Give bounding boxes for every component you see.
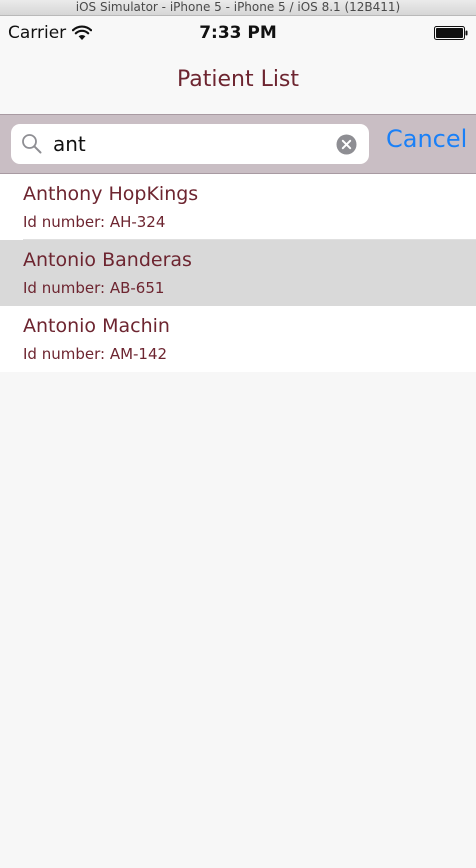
- patient-list: Anthony HopKings Id number: AH-324 Anton…: [0, 174, 476, 372]
- status-bar: Carrier 7:33 PM: [0, 16, 476, 52]
- status-time: 7:33 PM: [199, 23, 277, 43]
- simulator-title: iOS Simulator - iPhone 5 - iPhone 5 / iO…: [75, 0, 401, 14]
- cancel-button[interactable]: Cancel: [386, 125, 467, 153]
- search-icon: [22, 134, 42, 154]
- patient-row[interactable]: Anthony HopKings Id number: AH-324: [0, 174, 476, 240]
- search-field[interactable]: [11, 124, 369, 164]
- patient-id: Id number: AM-142: [23, 345, 168, 363]
- search-input[interactable]: [53, 130, 323, 158]
- patient-id: Id number: AB-651: [23, 279, 165, 297]
- patient-row[interactable]: Antonio Machin Id number: AM-142: [0, 306, 476, 372]
- simulator-title-bar: iOS Simulator - iPhone 5 - iPhone 5 / iO…: [0, 0, 476, 16]
- patient-name: Anthony HopKings: [23, 183, 199, 205]
- patient-id: Id number: AH-324: [23, 213, 166, 231]
- search-bar: Cancel: [0, 114, 476, 174]
- patient-name: Antonio Machin: [23, 315, 170, 337]
- clear-icon[interactable]: [336, 134, 357, 155]
- patient-row-selected[interactable]: Antonio Banderas Id number: AB-651: [0, 240, 476, 306]
- navigation-bar: Patient List: [0, 52, 476, 114]
- patient-name: Antonio Banderas: [23, 249, 192, 271]
- battery-icon: [434, 26, 468, 40]
- page-title: Patient List: [176, 67, 300, 92]
